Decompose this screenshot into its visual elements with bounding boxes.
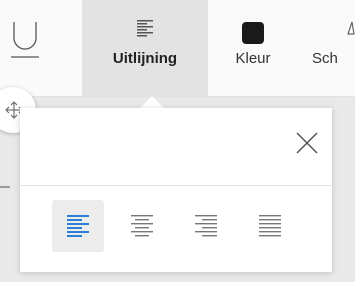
align-left-option[interactable] [52, 200, 104, 252]
color-button[interactable]: Kleur [208, 0, 298, 96]
popover-divider [20, 185, 332, 186]
align-center-icon [131, 215, 153, 237]
canvas-edge [0, 186, 10, 188]
style-button[interactable]: Sch [298, 0, 355, 96]
align-justify-option[interactable] [244, 200, 296, 252]
close-icon [296, 132, 318, 154]
close-button[interactable] [294, 130, 320, 156]
align-center-option[interactable] [116, 200, 168, 252]
align-left-icon [67, 215, 89, 237]
popover-pointer [140, 96, 164, 108]
color-swatch [242, 22, 264, 44]
style-icon [347, 21, 355, 35]
alignment-button[interactable]: Uitlijning [82, 0, 208, 96]
align-right-option[interactable] [180, 200, 232, 252]
alignment-label: Uitlijning [112, 50, 178, 67]
align-left-icon [137, 20, 153, 37]
format-toolbar: Uitlijning Kleur Sch [0, 0, 355, 97]
underline-icon [11, 22, 39, 58]
style-label: Sch [312, 50, 338, 67]
alignment-popover [20, 108, 332, 272]
underline-button[interactable] [0, 0, 60, 96]
align-justify-icon [259, 215, 281, 237]
align-right-icon [195, 215, 217, 237]
color-label: Kleur [235, 50, 271, 67]
